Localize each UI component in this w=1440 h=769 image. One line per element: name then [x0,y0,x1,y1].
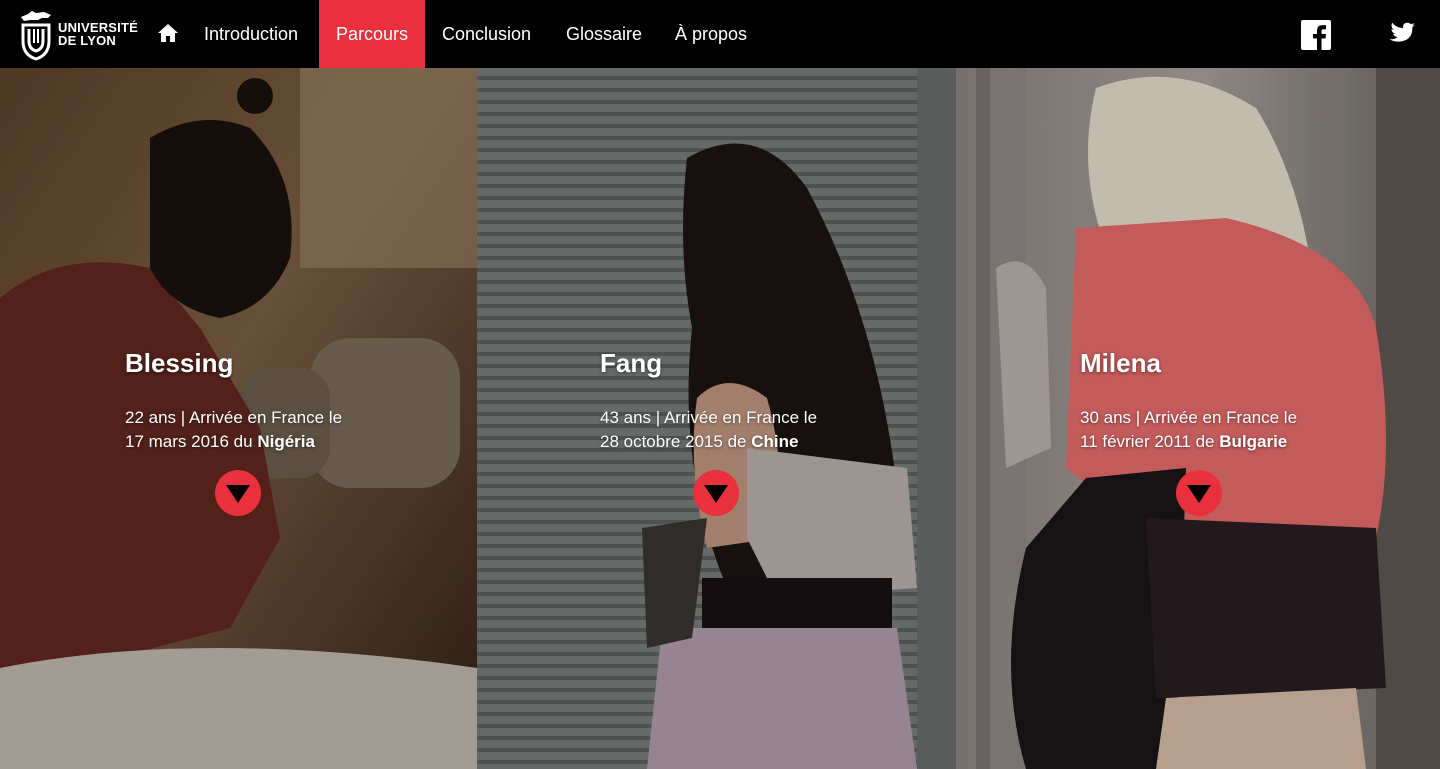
logo-wordmark: UNIVERSITÉ DE LYON [58,21,138,47]
expand-button[interactable] [1176,470,1222,516]
nav-introduction[interactable]: Introduction [204,0,298,68]
nav-a-propos[interactable]: À propos [675,0,747,68]
profile-date-origin: 28 octobre 2015 de Chine [600,430,817,454]
twitter-icon[interactable] [1386,20,1416,50]
profile-name: Fang [600,348,663,378]
profile-arrival-date: 11 février 2011 de [1080,432,1220,451]
profile-details: 43 ans | Arrivée en France le 28 octobre… [600,406,817,454]
home-icon[interactable] [157,22,179,44]
profile-card-blessing[interactable]: Blessing 22 ans | Arrivée en France le 1… [0,68,477,769]
facebook-icon[interactable] [1301,20,1331,50]
profiles-section: Blessing 22 ans | Arrivée en France le 1… [0,68,1440,769]
profile-age-arrival: 43 ans | Arrivée en France le [600,408,818,427]
nav-glossaire[interactable]: Glossaire [566,0,642,68]
profile-date-origin: 11 février 2011 de Bulgarie [1080,430,1297,454]
top-navbar: UNIVERSITÉ DE LYON Introduction Parcours… [0,0,1440,68]
profile-age-arrival: 22 ans | Arrivée en France le [125,408,343,427]
logo-line-2: DE LYON [57,33,116,48]
nav-conclusion[interactable]: Conclusion [442,0,531,68]
lion-shield-icon [20,11,51,61]
profile-card-fang[interactable]: Fang 43 ans | Arrivée en France le 28 oc… [477,68,956,769]
arrow-down-icon [1187,485,1211,503]
profile-details: 22 ans | Arrivée en France le 17 mars 20… [125,406,342,454]
profile-name: Blessing [125,348,234,378]
nav-parcours[interactable]: Parcours [319,0,425,68]
arrow-down-icon [226,485,250,503]
profile-date-origin: 17 mars 2016 du Nigéria [125,430,342,454]
profile-name: Milena [1080,348,1161,378]
profile-age-arrival: 30 ans | Arrivée en France le [1080,408,1298,427]
profile-card-milena[interactable]: Milena 30 ans | Arrivée en France le 11 … [956,68,1440,769]
arrow-down-icon [704,485,728,503]
profile-arrival-date: 28 octobre 2015 de [600,432,752,451]
profile-country: Nigéria [257,432,315,451]
expand-button[interactable] [215,470,261,516]
universite-de-lyon-logo[interactable]: UNIVERSITÉ DE LYON [18,6,138,62]
profile-country: Bulgarie [1219,432,1288,451]
profile-arrival-date: 17 mars 2016 du [125,432,258,451]
profile-country: Chine [751,432,799,451]
profile-details: 30 ans | Arrivée en France le 11 février… [1080,406,1297,454]
expand-button[interactable] [693,470,739,516]
